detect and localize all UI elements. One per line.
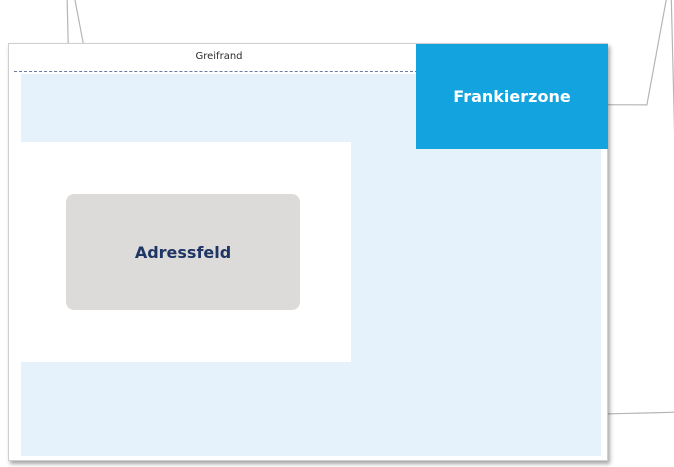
grip-edge-line [14, 71, 418, 72]
address-field: Adressfeld [66, 194, 300, 310]
address-window: Adressfeld [21, 142, 351, 362]
address-field-label: Adressfeld [134, 242, 232, 262]
franking-zone: Frankierzone [416, 44, 608, 149]
grip-edge-label: Greifrand [195, 51, 243, 62]
franking-zone-label: Frankierzone [453, 87, 571, 106]
envelope-front: Greifrand Frankierzone Adressfeld [8, 43, 608, 461]
